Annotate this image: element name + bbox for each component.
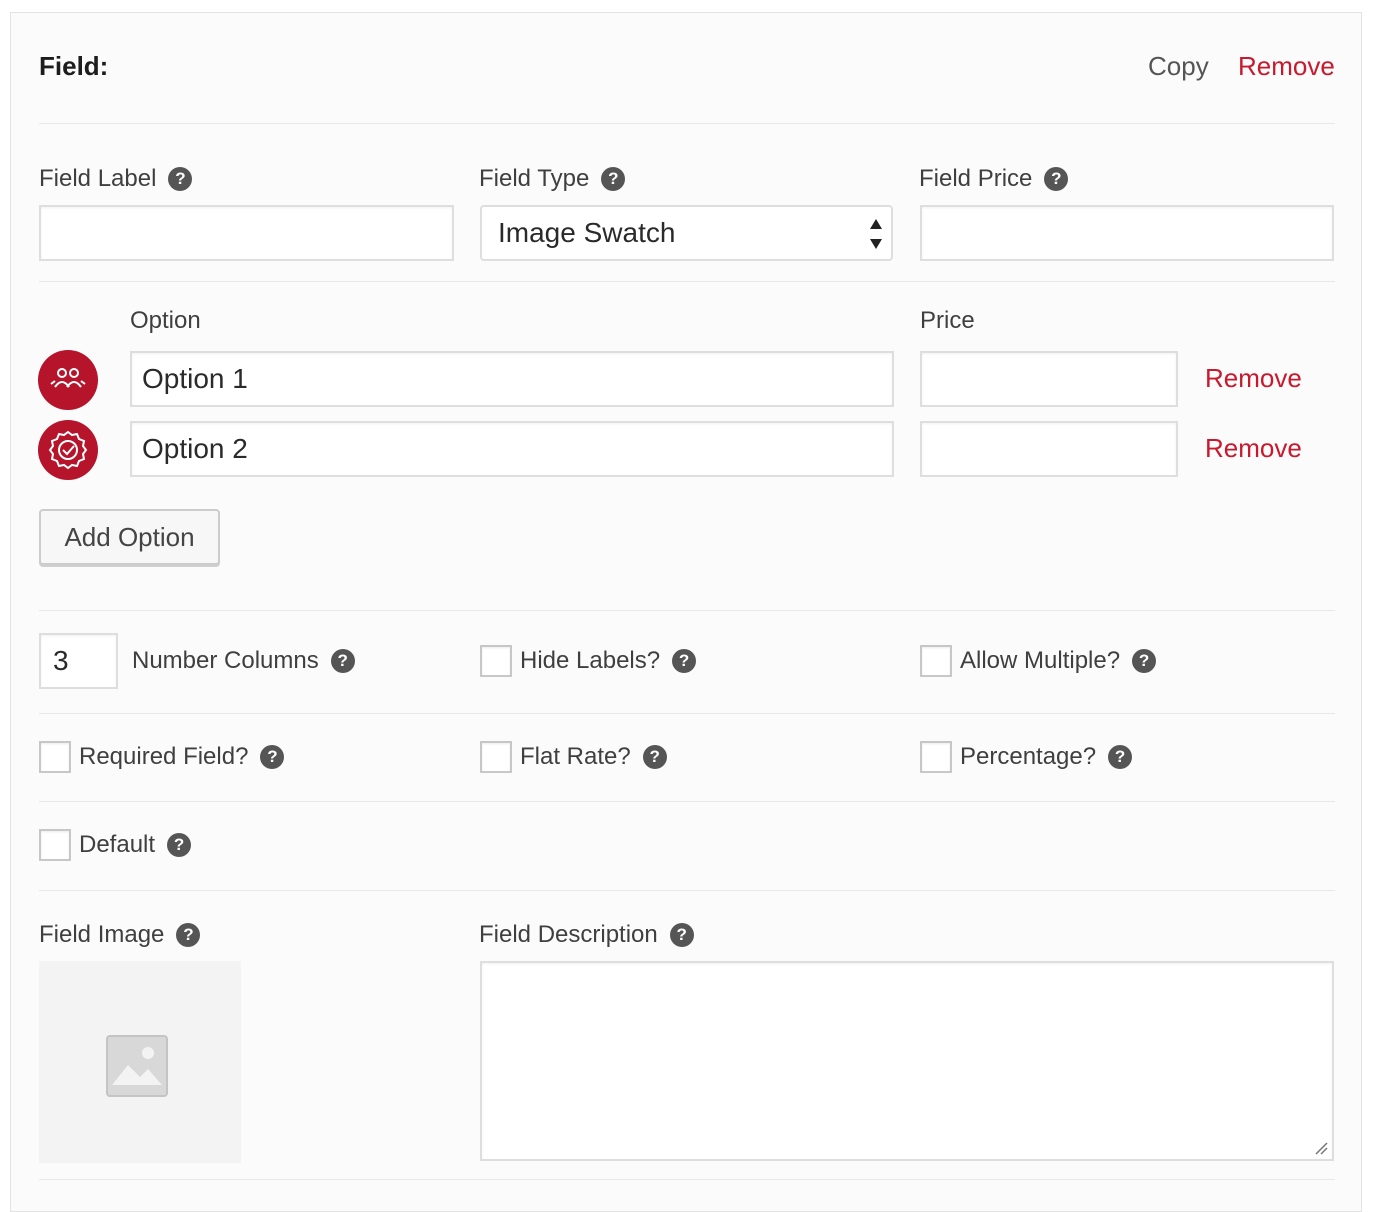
remove-field-link[interactable]: Remove bbox=[1238, 51, 1335, 82]
percentage-label: Percentage? bbox=[960, 743, 1097, 770]
remove-option-link[interactable]: Remove bbox=[1205, 433, 1302, 464]
default-label: Default bbox=[79, 831, 156, 858]
number-columns-input[interactable] bbox=[39, 633, 118, 689]
field-description-heading: Field Description ? bbox=[479, 921, 694, 949]
option-value-input[interactable] bbox=[130, 421, 894, 477]
price-column-header: Price bbox=[920, 307, 975, 334]
percentage-checkbox[interactable] bbox=[920, 741, 952, 773]
verified-badge-icon bbox=[48, 430, 88, 470]
required-field-label: Required Field? bbox=[79, 743, 249, 770]
allow-multiple-option: Allow Multiple? ? bbox=[920, 645, 1157, 677]
copy-field-link[interactable]: Copy bbox=[1148, 51, 1209, 82]
help-icon[interactable]: ? bbox=[260, 745, 285, 769]
help-icon[interactable]: ? bbox=[669, 923, 694, 947]
divider bbox=[39, 610, 1335, 611]
flat-rate-label: Flat Rate? bbox=[520, 743, 631, 770]
people-icon bbox=[50, 368, 86, 388]
divider bbox=[39, 1179, 1335, 1180]
divider bbox=[39, 801, 1335, 802]
field-price-heading: Field Price ? bbox=[919, 165, 1069, 193]
field-price-input[interactable] bbox=[920, 205, 1334, 261]
help-icon[interactable]: ? bbox=[1108, 745, 1133, 769]
required-field-checkbox[interactable] bbox=[39, 741, 71, 773]
help-icon[interactable]: ? bbox=[601, 167, 626, 191]
hide-labels-label: Hide Labels? bbox=[520, 647, 661, 674]
option-swatch-image[interactable] bbox=[38, 420, 98, 480]
help-icon[interactable]: ? bbox=[1132, 649, 1157, 673]
option-value-input[interactable] bbox=[130, 351, 894, 407]
hide-labels-option: Hide Labels? ? bbox=[480, 645, 697, 677]
help-icon[interactable]: ? bbox=[167, 833, 192, 857]
default-checkbox[interactable] bbox=[39, 829, 71, 861]
option-price-input[interactable] bbox=[920, 421, 1178, 477]
help-icon[interactable]: ? bbox=[672, 649, 697, 673]
divider bbox=[39, 890, 1335, 891]
flat-rate-checkbox[interactable] bbox=[480, 741, 512, 773]
help-icon[interactable]: ? bbox=[1044, 167, 1069, 191]
option-column-header: Option bbox=[130, 307, 201, 334]
field-panel: Field: Copy Remove Field Label ? Field T… bbox=[10, 12, 1362, 1212]
divider bbox=[39, 123, 1335, 124]
option-swatch-image[interactable] bbox=[38, 350, 98, 410]
default-option: Default ? bbox=[39, 829, 192, 861]
add-option-button[interactable]: Add Option bbox=[39, 509, 220, 565]
field-image-heading: Field Image ? bbox=[39, 921, 201, 949]
divider bbox=[39, 713, 1335, 714]
help-icon[interactable]: ? bbox=[176, 923, 201, 947]
select-arrows-icon bbox=[869, 219, 883, 249]
remove-option-link[interactable]: Remove bbox=[1205, 363, 1302, 394]
field-description-textarea[interactable] bbox=[480, 961, 1334, 1161]
field-type-selected-value: Image Swatch bbox=[498, 217, 676, 248]
field-type-select[interactable]: Image Swatch bbox=[480, 205, 893, 261]
field-label-heading: Field Label ? bbox=[39, 165, 193, 193]
resize-handle-icon[interactable] bbox=[1314, 1141, 1328, 1155]
help-icon[interactable]: ? bbox=[642, 745, 667, 769]
option-price-input[interactable] bbox=[920, 351, 1178, 407]
divider bbox=[39, 281, 1335, 282]
field-description-label: Field Description bbox=[479, 921, 658, 948]
percentage-option: Percentage? ? bbox=[920, 741, 1133, 773]
number-columns-label: Number Columns bbox=[132, 647, 319, 674]
field-type-text: Field Type bbox=[479, 165, 590, 192]
field-label-input[interactable] bbox=[39, 205, 454, 261]
field-image-label: Field Image bbox=[39, 921, 165, 948]
field-price-text: Field Price bbox=[919, 165, 1033, 192]
image-placeholder-icon bbox=[106, 1035, 168, 1097]
field-label-text: Field Label bbox=[39, 165, 157, 192]
help-icon[interactable]: ? bbox=[330, 649, 355, 673]
field-title: Field: bbox=[39, 51, 109, 81]
allow-multiple-label: Allow Multiple? bbox=[960, 647, 1121, 674]
required-field-option: Required Field? ? bbox=[39, 741, 285, 773]
help-icon[interactable]: ? bbox=[168, 167, 193, 191]
hide-labels-checkbox[interactable] bbox=[480, 645, 512, 677]
flat-rate-option: Flat Rate? ? bbox=[480, 741, 667, 773]
field-type-heading: Field Type ? bbox=[479, 165, 626, 193]
field-image-upload[interactable] bbox=[39, 961, 241, 1163]
allow-multiple-checkbox[interactable] bbox=[920, 645, 952, 677]
number-columns-heading: Number Columns ? bbox=[132, 647, 355, 675]
